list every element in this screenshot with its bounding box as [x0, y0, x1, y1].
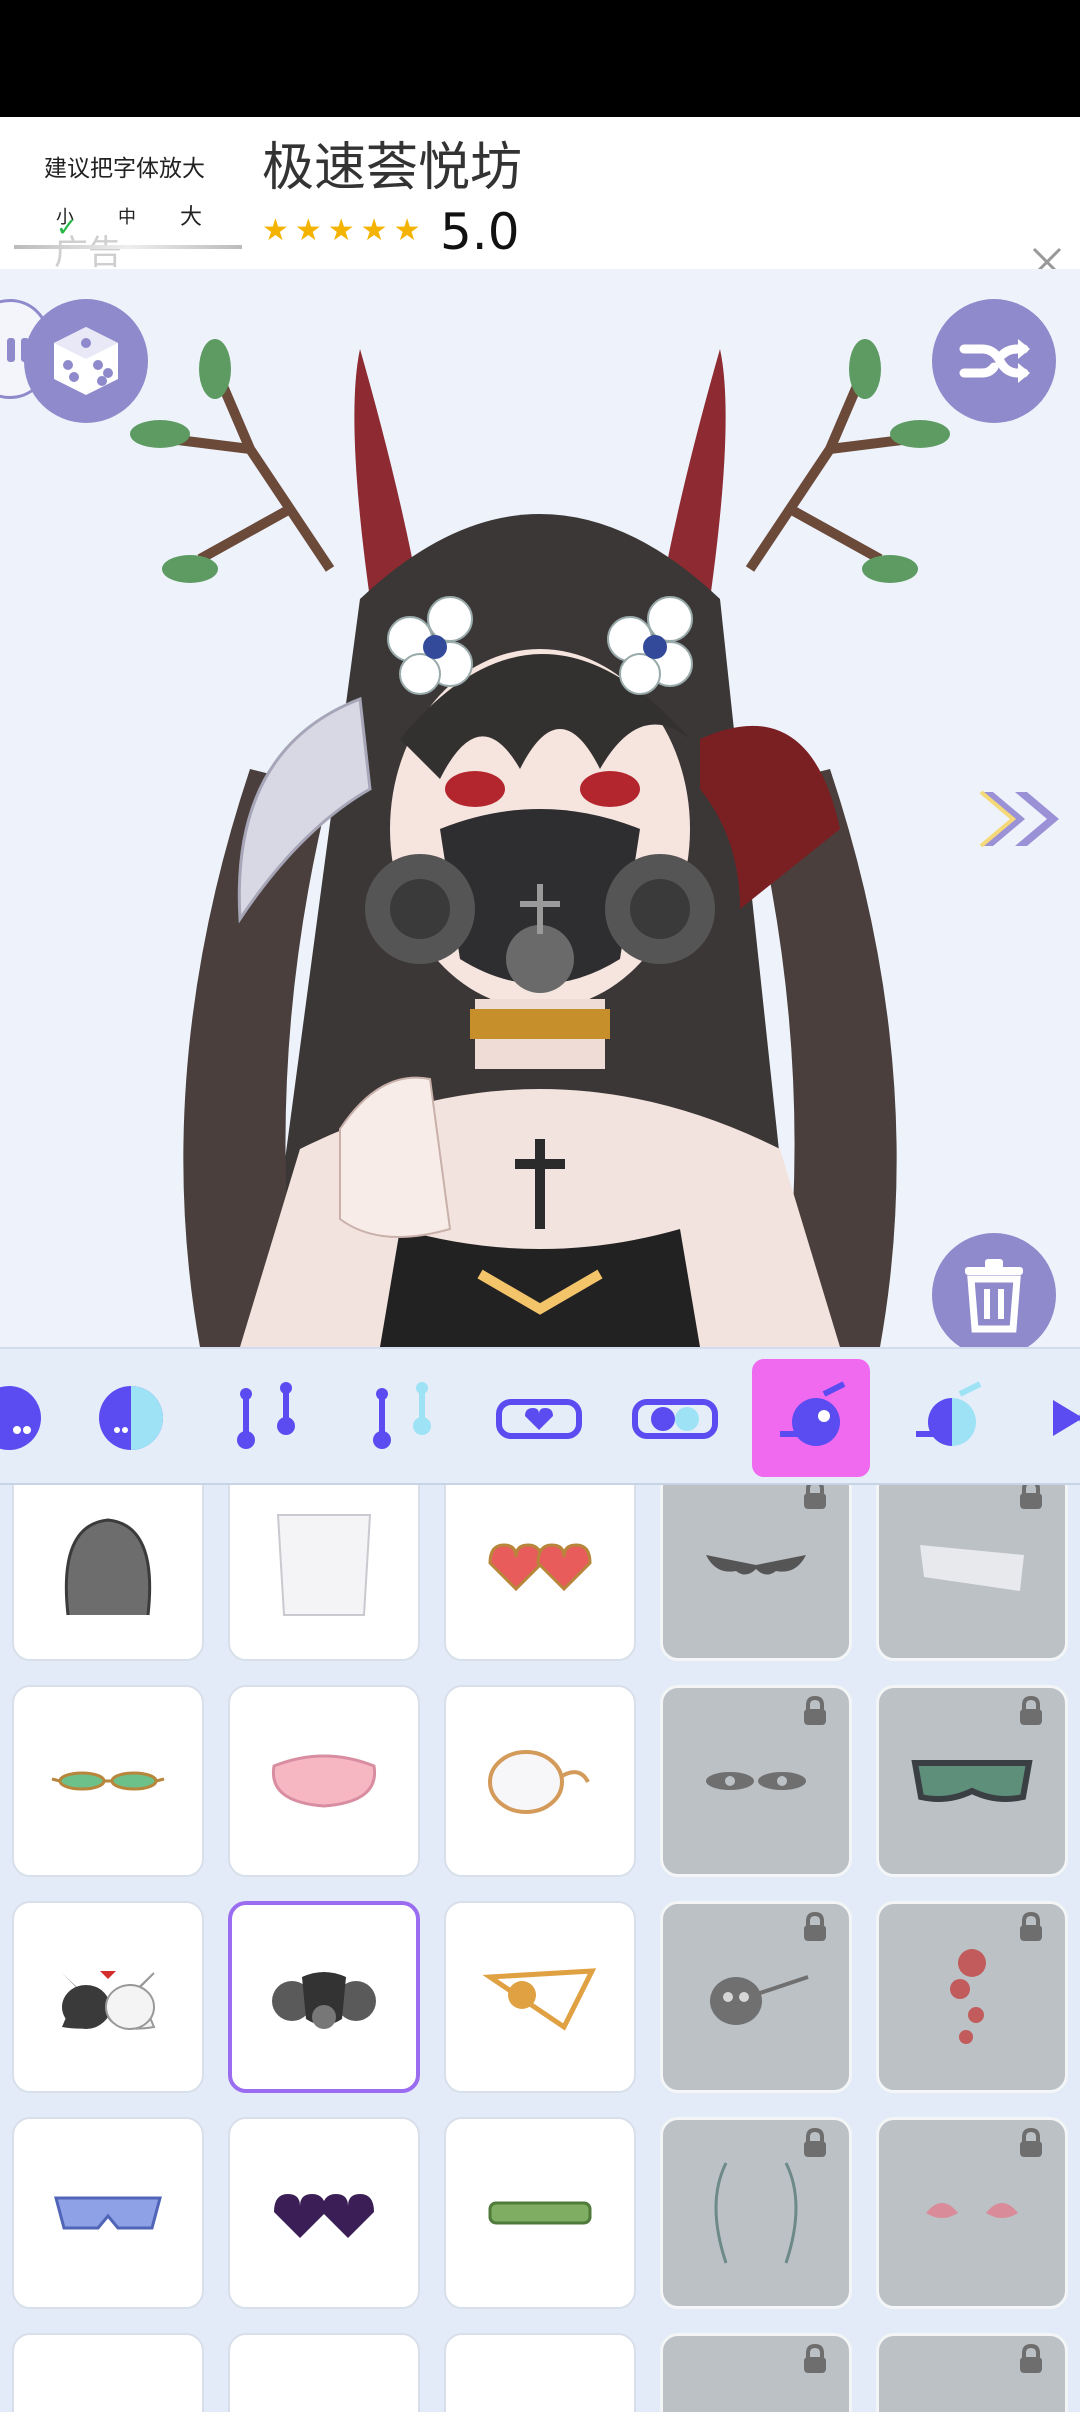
pink-feathers-icon — [926, 2203, 1018, 2218]
ad-banner[interactable]: 建议把字体放大 小 中 大 ✓ 广告 极速荟悦坊 ★★★★★ 5.0 — [0, 117, 1080, 277]
lock-icon — [804, 1696, 826, 1725]
face-accessory-alt-icon — [916, 1381, 982, 1446]
category-face-accessory[interactable] — [752, 1359, 870, 1477]
grid-item-heart-sunglasses[interactable] — [444, 1485, 636, 1661]
lock-icon — [804, 1485, 826, 1509]
ad-font-sizes: 小 中 大 — [56, 203, 236, 230]
ad-app-name: 极速荟悦坊 — [262, 138, 523, 198]
split-glasses-icon — [632, 1399, 718, 1439]
status-bar — [0, 0, 1080, 117]
size-large-label: 大 — [180, 205, 203, 230]
ski-goggles-icon — [911, 1760, 1033, 1802]
category-top[interactable] — [0, 1359, 68, 1477]
grid-item-eye-marks[interactable] — [660, 1685, 852, 1877]
grid-item-green-slim-glasses[interactable] — [12, 1685, 204, 1877]
bow-icon — [1053, 1400, 1080, 1436]
skull-eyepatch-icon — [710, 1975, 809, 2025]
category-earrings[interactable] — [208, 1359, 326, 1477]
grid-item-gas-mask[interactable] — [228, 1901, 420, 2093]
rating-value: 5.0 — [440, 203, 520, 261]
antenna-lines-icon — [714, 2162, 798, 2264]
grid-item-ski-goggles[interactable] — [876, 1685, 1068, 1877]
grid-item-row5-3[interactable] — [444, 2333, 636, 2412]
ad-font-hint: 建议把字体放大 — [44, 156, 205, 182]
grid-item-bat-wings[interactable] — [660, 1485, 852, 1661]
heart-sunglasses-icon — [488, 1543, 592, 1592]
grid-item-hairnet[interactable] — [12, 1485, 204, 1661]
shirt-dot-icon — [0, 1386, 41, 1450]
lock-icon — [804, 1912, 826, 1941]
category-face-accessory-alt[interactable] — [888, 1359, 1006, 1477]
lock-icon — [1020, 2344, 1042, 2373]
trash-icon — [965, 1259, 1023, 1333]
half-circle-icon — [99, 1386, 163, 1450]
category-glasses-alt[interactable] — [616, 1359, 734, 1477]
sleep-mask-icon — [271, 1754, 377, 1808]
grid-item-row5-1[interactable] — [12, 2333, 204, 2412]
pin-pair-icon — [237, 1382, 295, 1449]
grid-item-bamboo[interactable] — [444, 2117, 636, 2309]
face-accessory-icon — [780, 1381, 846, 1446]
avatar-character — [130, 339, 950, 1347]
bat-wings-icon — [706, 1555, 806, 1575]
grid-item-row5-4[interactable] — [660, 2333, 852, 2412]
category-earrings-alt[interactable] — [344, 1359, 462, 1477]
lock-icon — [1020, 1485, 1042, 1509]
grid-item-pink-sleep-mask[interactable] — [228, 1685, 420, 1877]
grid-item-row5-5[interactable] — [876, 2333, 1068, 2412]
bandage-icon — [920, 1545, 1024, 1591]
grid-item-row5-2[interactable] — [228, 2333, 420, 2412]
veil-icon — [276, 1514, 372, 1616]
shuffle-icon — [959, 339, 1030, 383]
shuffle-button[interactable] — [932, 299, 1056, 423]
monocle-icon — [488, 1750, 590, 1814]
category-toolbar — [0, 1347, 1080, 1485]
blue-visor-icon — [54, 2196, 162, 2230]
font-size-slider[interactable] — [14, 245, 242, 249]
lock-icon — [1020, 2128, 1042, 2157]
rating-stars: ★★★★★ — [262, 213, 427, 248]
green-slim-glasses-icon — [51, 1771, 165, 1791]
grid-item-blue-visor[interactable] — [12, 2117, 204, 2309]
pin-pair-tilted-icon — [373, 1382, 431, 1449]
grid-item-antenna-lines[interactable] — [660, 2117, 852, 2309]
grid-item-pink-feathers[interactable] — [876, 2117, 1068, 2309]
hairnet-icon — [64, 1518, 152, 1616]
eye-marks-icon — [706, 1772, 806, 1790]
lock-icon — [804, 2344, 826, 2373]
grid-item-cat-mask[interactable] — [12, 1901, 204, 2093]
lock-icon — [804, 2128, 826, 2157]
delete-button[interactable] — [932, 1233, 1056, 1347]
rose-icon — [950, 1949, 986, 2044]
category-skin[interactable] — [72, 1359, 190, 1477]
category-bow[interactable] — [1024, 1359, 1080, 1477]
item-grid — [0, 1485, 1080, 2412]
lock-icon — [1020, 1912, 1042, 1941]
next-chevron-icon[interactable] — [975, 784, 1065, 854]
cat-mask-icon — [62, 1971, 156, 2030]
ad-label: 广告 — [54, 233, 122, 273]
purple-heart-glasses-icon — [274, 2194, 374, 2238]
lock-icon — [1020, 1696, 1042, 1725]
random-dice-button[interactable] — [24, 299, 148, 423]
grid-item-bandage[interactable] — [876, 1485, 1068, 1661]
grid-item-rose-stickers[interactable] — [876, 1901, 1068, 2093]
grid-item-monocle[interactable] — [444, 1685, 636, 1877]
bamboo-icon — [488, 2201, 592, 2225]
grid-item-eye-patch-gold[interactable] — [444, 1901, 636, 2093]
gas-mask-icon — [272, 1972, 376, 2029]
avatar-canvas — [0, 269, 1080, 1347]
category-glasses[interactable] — [480, 1359, 598, 1477]
grid-item-purple-heart-glasses[interactable] — [228, 2117, 420, 2309]
heart-glasses-icon — [496, 1399, 582, 1439]
grid-item-skull-eyepatch[interactable] — [660, 1901, 852, 2093]
grid-item-white-veil[interactable] — [228, 1485, 420, 1661]
dice-icon — [54, 327, 118, 395]
gold-eyepatch-icon — [482, 1968, 597, 2031]
